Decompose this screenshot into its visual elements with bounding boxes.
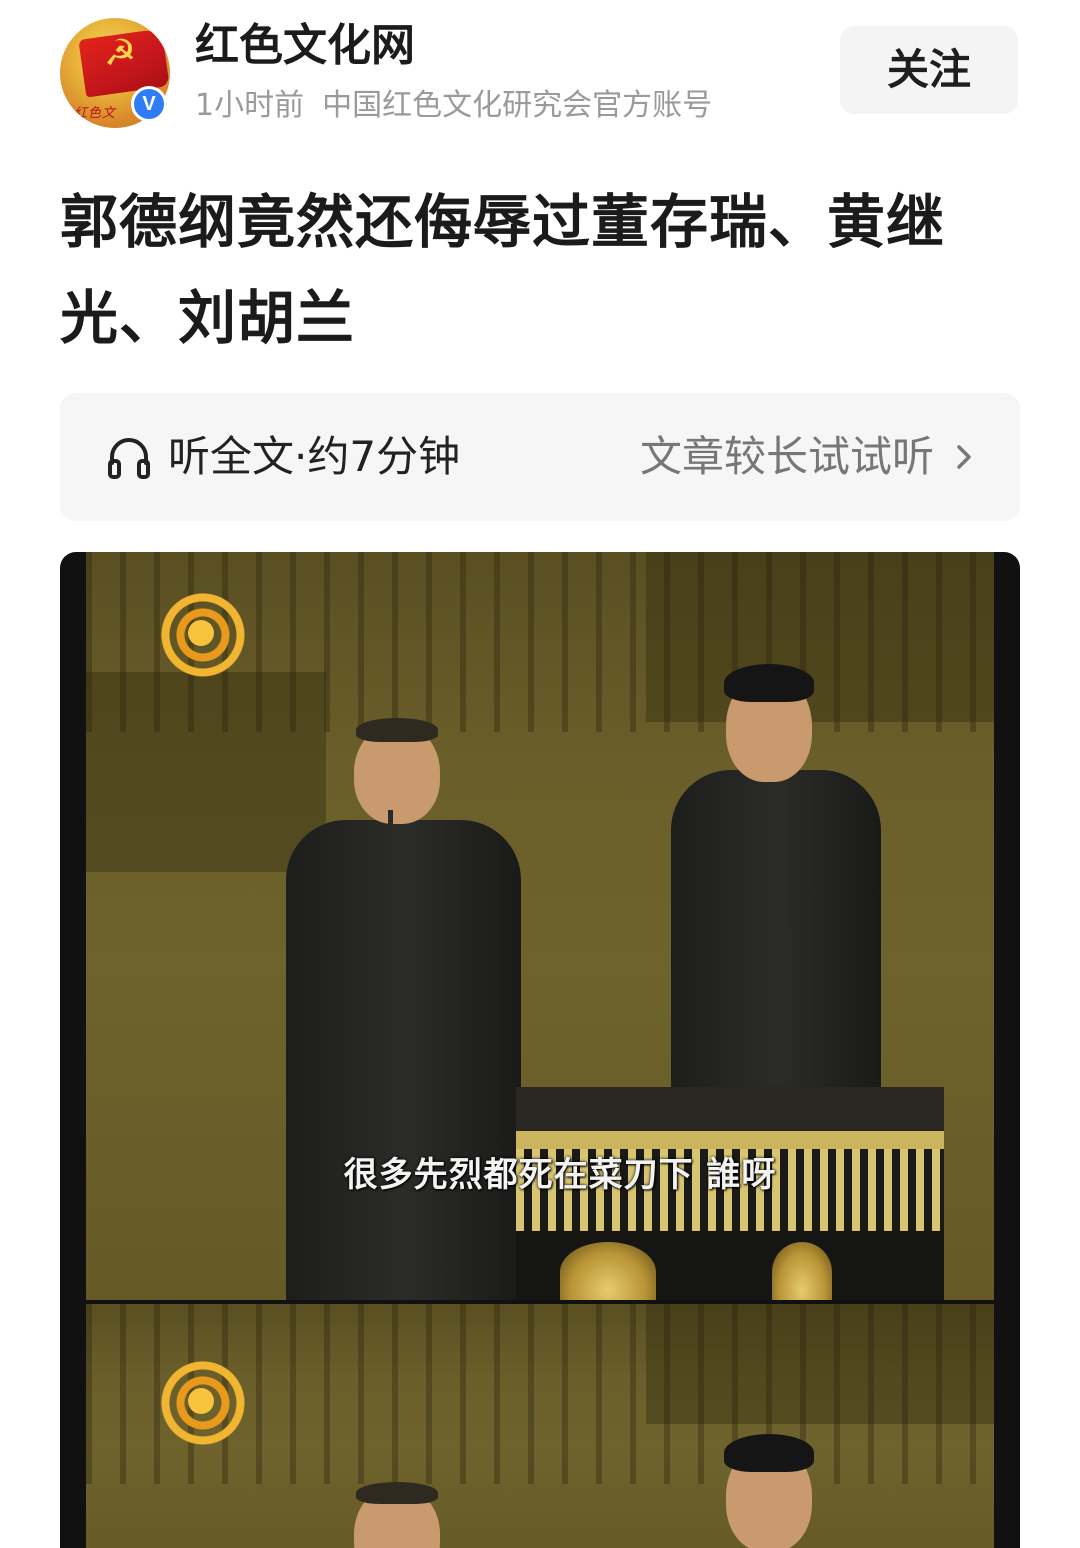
account-name[interactable]: 红色文化网 — [195, 18, 415, 74]
table-emblem — [772, 1242, 832, 1300]
table-fringe-band — [516, 1131, 944, 1149]
chevron-right-icon — [957, 445, 971, 469]
backdrop-shadow — [86, 672, 326, 872]
phoenix-logo-icon — [152, 1352, 250, 1450]
video-frame-2 — [86, 1304, 994, 1548]
phoenix-logo-core — [188, 1388, 214, 1414]
table-emblem — [560, 1242, 656, 1300]
article-image[interactable]: 很多先烈都死在菜刀下 誰呀 — [60, 552, 1020, 1548]
listen-hint: 文章较长试试听 — [639, 432, 934, 481]
article-title: 郭德纲竟然还侮辱过董存瑞、黄继光、刘胡兰 — [60, 188, 946, 352]
video-frame-1: 很多先烈都死在菜刀下 誰呀 — [86, 552, 994, 1300]
performer-hair — [724, 1434, 814, 1472]
post-meta: 1小时前 中国红色文化研究会官方账号 — [195, 84, 712, 128]
verified-badge-icon: V — [131, 86, 167, 122]
listen-label: 听全文·约7分钟 — [168, 432, 461, 481]
performer-robe — [671, 770, 881, 1090]
microphone-stand — [388, 810, 393, 1300]
avatar-signature: 红色文 — [74, 106, 117, 121]
follow-button[interactable]: 关注 — [840, 26, 1018, 114]
author-header: ☭ 红色文 V 红色文化网 1小时前 中国红色文化研究会官方账号 关注 — [0, 0, 1080, 150]
video-subtitle: 很多先烈都死在菜刀下 誰呀 — [343, 1155, 777, 1195]
performer-robe — [286, 820, 521, 1300]
hammer-and-sickle-icon: ☭ — [104, 33, 137, 74]
table-top — [516, 1087, 944, 1131]
account-description: 中国红色文化研究会官方账号 — [322, 88, 713, 123]
listen-full-text-bar[interactable]: 听全文·约7分钟 文章较长试试听 — [60, 393, 1020, 521]
backdrop-shadow — [646, 1304, 994, 1424]
backdrop-shadow — [646, 552, 994, 722]
performer-hair — [724, 664, 814, 702]
article-page: ☭ 红色文 V 红色文化网 1小时前 中国红色文化研究会官方账号 关注 郭德纲竟然… — [0, 0, 1080, 1548]
performer-hair — [356, 718, 438, 742]
phoenix-logo-core — [188, 620, 214, 646]
headphone-icon — [108, 438, 150, 479]
performer-hair — [356, 1482, 438, 1504]
post-time: 1小时前 — [195, 88, 305, 123]
phoenix-logo-icon — [152, 584, 250, 682]
